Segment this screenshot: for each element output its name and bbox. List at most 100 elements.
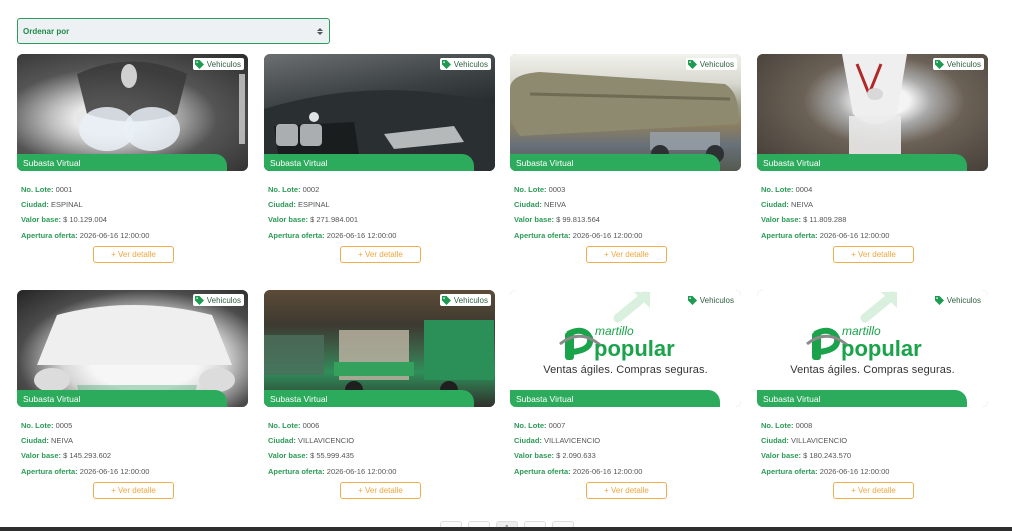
city-row: Ciudad: NEIVA: [21, 433, 149, 448]
card-image[interactable]: Vehiculos Subasta Virtual: [757, 54, 988, 171]
base-value-label: Valor base:: [21, 451, 62, 461]
base-value: $ 145.293.602: [63, 451, 112, 461]
auction-type-ribbon: Subasta Virtual: [17, 154, 227, 171]
view-detail-button[interactable]: + Ver detalle: [586, 482, 667, 499]
ribbon-label: Subasta Virtual: [270, 393, 328, 404]
auction-card: Vehiculos Subasta Virtual No. Lote: 0001…: [17, 54, 248, 269]
card-image[interactable]: Vehiculos Subasta Virtual: [510, 54, 741, 171]
sort-select-label: Ordenar por: [23, 26, 70, 36]
view-detail-button[interactable]: + Ver detalle: [833, 246, 914, 263]
base-value: $ 2.090.633: [556, 451, 596, 461]
bottom-bar: [0, 527, 1012, 531]
card-info: No. Lote: 0005 Ciudad: NEIVA Valor base:…: [21, 418, 149, 479]
city-row: Ciudad: ESPINAL: [21, 197, 149, 212]
card-image[interactable]: martillo popular Ventas ágiles. Compras …: [510, 290, 741, 407]
lote-value: 0003: [548, 185, 566, 194]
card-info: No. Lote: 0008 Ciudad: VILLAVICENCIO Val…: [761, 418, 889, 479]
category-label: Vehiculos: [699, 59, 734, 69]
view-detail-button[interactable]: + Ver detalle: [586, 246, 667, 263]
city-row: Ciudad: NEIVA: [514, 197, 642, 212]
ribbon-label: Subasta Virtual: [23, 393, 81, 404]
card-info: No. Lote: 0001 Ciudad: ESPINAL Valor bas…: [21, 182, 149, 243]
city-value: NEIVA: [51, 436, 73, 446]
tag-icon: [194, 295, 204, 305]
opening-label: Apertura oferta:: [268, 466, 325, 476]
lote-value: 0007: [548, 421, 566, 430]
base-value: $ 55.999.435: [310, 451, 354, 461]
view-detail-button[interactable]: + Ver detalle: [340, 482, 421, 499]
opening-label: Apertura oferta:: [21, 466, 78, 476]
city-value: VILLAVICENCIO: [544, 436, 601, 446]
auction-card: Vehiculos Subasta Virtual No. Lote: 0004…: [757, 54, 988, 269]
opening-row: Apertura oferta: 2026-06-16 12:00:00: [514, 228, 642, 243]
lote-label: No. Lote:: [514, 421, 547, 430]
select-arrows-icon: [317, 27, 323, 35]
category-tag: Vehiculos: [685, 58, 737, 70]
view-detail-button[interactable]: + Ver detalle: [93, 246, 174, 263]
view-detail-button[interactable]: + Ver detalle: [833, 482, 914, 499]
base-value: $ 11.809.288: [803, 215, 847, 225]
lote-row: No. Lote: 0004: [761, 182, 889, 197]
lote-label: No. Lote:: [268, 185, 301, 194]
sort-select[interactable]: Ordenar por: [17, 18, 330, 44]
base-value-label: Valor base:: [21, 215, 62, 225]
auction-type-ribbon: Subasta Virtual: [17, 390, 227, 407]
card-image[interactable]: Vehiculos Subasta Virtual: [264, 54, 495, 171]
opening-label: Apertura oferta:: [761, 230, 818, 240]
auction-card: Vehiculos Subasta Virtual No. Lote: 0003…: [510, 54, 741, 269]
auction-card: Vehiculos Subasta Virtual No. Lote: 0006…: [264, 290, 495, 505]
lote-value: 0004: [795, 185, 813, 194]
category-label: Vehiculos: [206, 59, 241, 69]
base-value-label: Valor base:: [761, 215, 802, 225]
auction-card: Vehiculos Subasta Virtual No. Lote: 0005…: [17, 290, 248, 505]
category-label: Vehiculos: [453, 59, 488, 69]
ribbon-label: Subasta Virtual: [763, 157, 821, 168]
card-info: No. Lote: 0006 Ciudad: VILLAVICENCIO Val…: [268, 418, 396, 479]
category-tag: Vehiculos: [439, 58, 491, 70]
logo-slogan: Ventas ágiles. Compras seguras.: [543, 364, 708, 376]
city-row: Ciudad: VILLAVICENCIO: [268, 433, 396, 448]
opening-value: 2026-06-16 12:00:00: [79, 230, 150, 240]
logo-big-text: popular: [841, 336, 922, 361]
view-detail-button[interactable]: + Ver detalle: [93, 482, 174, 499]
logo-slogan: Ventas ágiles. Compras seguras.: [790, 364, 955, 376]
category-tag: Vehiculos: [192, 294, 244, 306]
base-value: $ 271.984.001: [310, 215, 359, 225]
auction-type-ribbon: Subasta Virtual: [264, 390, 474, 407]
category-tag: Vehiculos: [192, 58, 244, 70]
opening-label: Apertura oferta:: [514, 466, 571, 476]
category-label: Vehiculos: [946, 59, 981, 69]
opening-row: Apertura oferta: 2026-06-16 12:00:00: [761, 464, 889, 479]
opening-value: 2026-06-16 12:00:00: [572, 466, 643, 476]
city-row: Ciudad: VILLAVICENCIO: [514, 433, 642, 448]
category-tag: Vehiculos: [685, 294, 737, 306]
card-image[interactable]: Vehiculos Subasta Virtual: [17, 54, 248, 171]
auction-card: martillo popular Ventas ágiles. Compras …: [510, 290, 741, 505]
auction-type-ribbon: Subasta Virtual: [510, 154, 720, 171]
opening-value: 2026-06-16 12:00:00: [326, 230, 397, 240]
tag-icon: [441, 295, 451, 305]
card-image[interactable]: Vehiculos Subasta Virtual: [17, 290, 248, 407]
lote-label: No. Lote:: [268, 421, 301, 430]
opening-row: Apertura oferta: 2026-06-16 12:00:00: [268, 464, 396, 479]
tag-icon: [441, 59, 451, 69]
base-value: $ 99.813.564: [556, 215, 600, 225]
category-label: Vehiculos: [453, 295, 488, 305]
card-image[interactable]: Vehiculos Subasta Virtual: [264, 290, 495, 407]
opening-value: 2026-06-16 12:00:00: [79, 466, 150, 476]
lote-row: No. Lote: 0007: [514, 418, 642, 433]
tag-icon: [194, 59, 204, 69]
lote-label: No. Lote:: [514, 185, 547, 194]
opening-label: Apertura oferta:: [21, 230, 78, 240]
city-value: ESPINAL: [298, 200, 330, 210]
city-value: NEIVA: [544, 200, 566, 210]
base-value-row: Valor base: $ 11.809.288: [761, 212, 889, 227]
opening-label: Apertura oferta:: [268, 230, 325, 240]
lote-row: No. Lote: 0002: [268, 182, 396, 197]
lote-value: 0002: [302, 185, 320, 194]
ribbon-label: Subasta Virtual: [270, 157, 328, 168]
card-image[interactable]: martillo popular Ventas ágiles. Compras …: [757, 290, 988, 407]
auction-card: martillo popular Ventas ágiles. Compras …: [757, 290, 988, 505]
view-detail-button[interactable]: + Ver detalle: [340, 246, 421, 263]
category-label: Vehiculos: [699, 295, 734, 305]
